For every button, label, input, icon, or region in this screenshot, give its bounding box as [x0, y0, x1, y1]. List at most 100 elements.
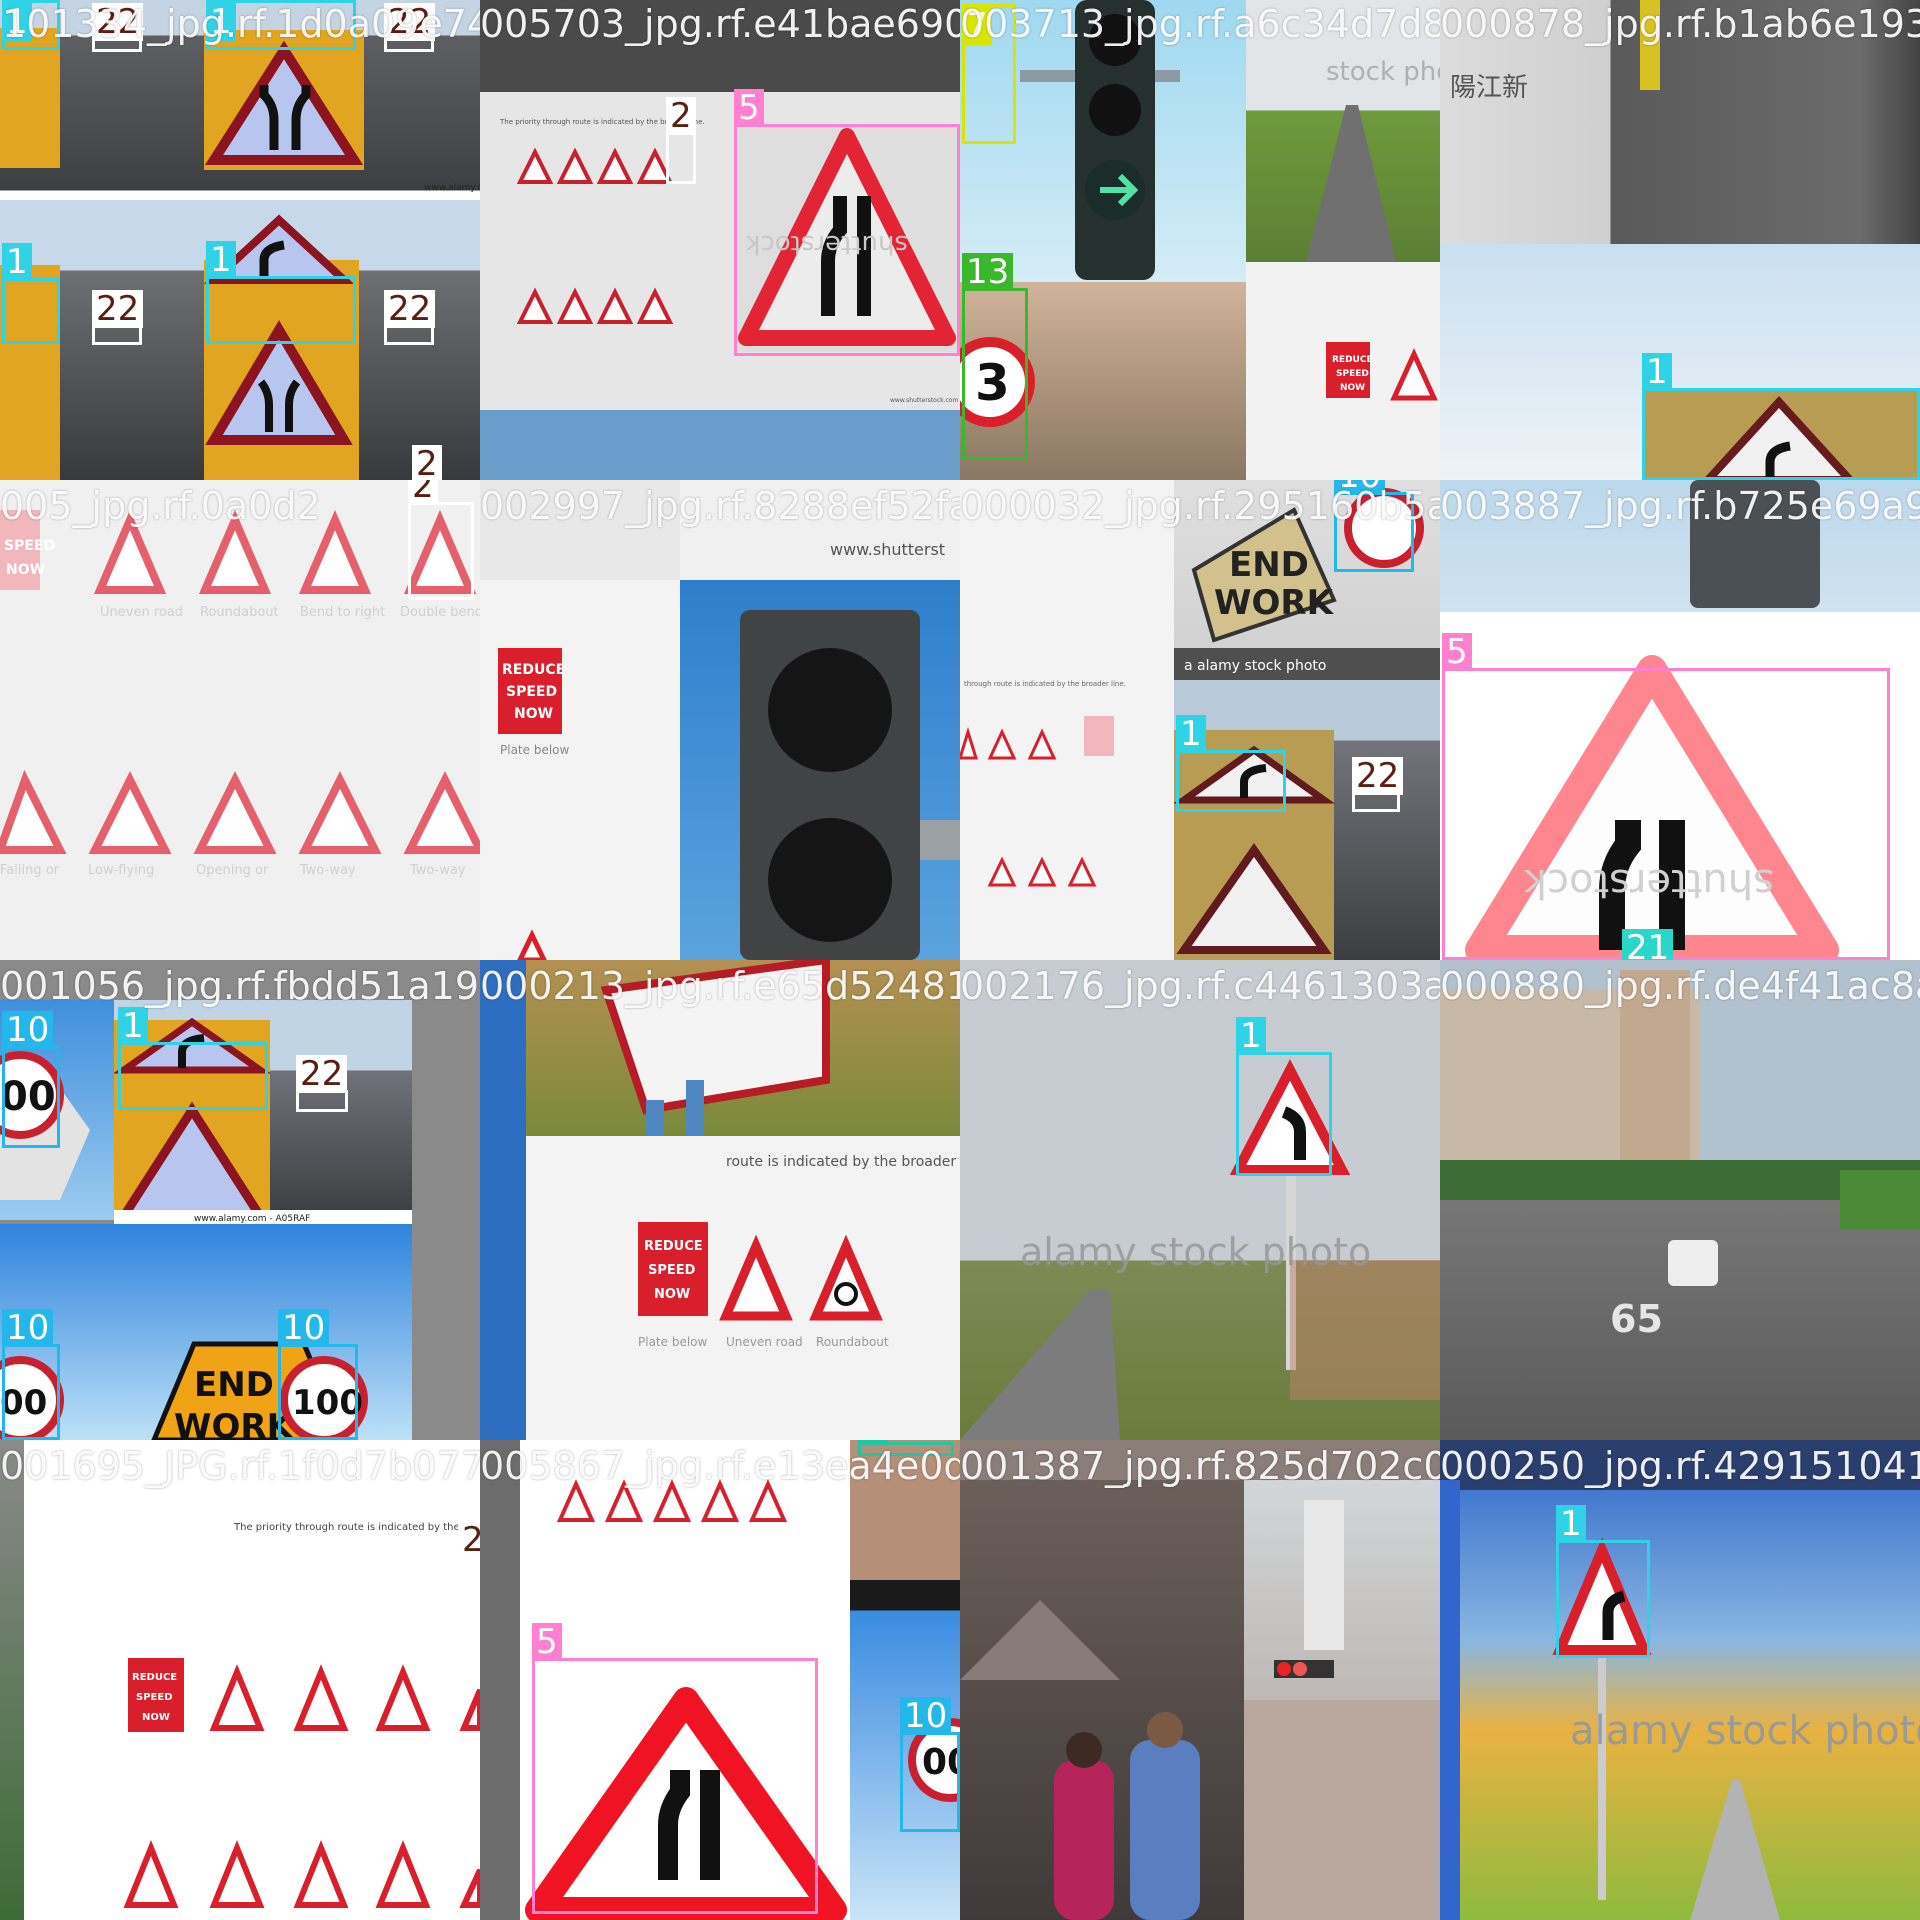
end-work-photo: END WORK 100	[114, 1224, 412, 1440]
bbox-class-1: 1	[206, 241, 356, 344]
road-graphic: stock photo	[1306, 57, 1440, 262]
sheet-area: The priority through route is indicated …	[24, 1510, 480, 1920]
svg-text:REDUCE: REDUCE	[644, 1239, 703, 1254]
svg-text:Uneven road: Uneven road	[726, 1335, 803, 1349]
tile-3: stock photo REDUCE SPEED NOW 3 003713_jp…	[960, 0, 1440, 480]
bbox-label: 1	[1556, 1505, 1586, 1543]
street-view-graphic: 65	[1440, 970, 1920, 1341]
svg-text:NOW: NOW	[142, 1712, 170, 1723]
bbox-label: 1	[1176, 715, 1206, 753]
bbox-class-22: 22	[384, 290, 436, 345]
dark-header-strip	[480, 0, 960, 92]
sign-sheet-small: through route is indicated by the broade…	[960, 680, 1126, 887]
bbox-class-2: 2	[666, 97, 696, 184]
shutterstock-url: www.shutterst	[830, 540, 946, 559]
bbox-class-3: 3	[858, 1440, 954, 1456]
svg-text:Plate below: Plate below	[500, 743, 570, 757]
svg-text:stock photo: stock photo	[1326, 57, 1440, 87]
bbox-class-10: 10	[2, 1309, 60, 1440]
bbox-class-10: 10	[1334, 480, 1414, 572]
bbox-label: 1	[1236, 1017, 1266, 1055]
bbox-class-1: 1	[118, 1007, 268, 1110]
bbox-class-22: 22	[92, 290, 144, 345]
svg-text:WORK: WORK	[174, 1407, 295, 1440]
svg-text:Falling or: Falling or	[0, 863, 60, 878]
svg-text:NOW: NOW	[1340, 383, 1365, 393]
bbox-label: 1	[118, 1007, 148, 1045]
bbox-label: 22	[296, 1055, 348, 1093]
bbox-class-5: 5	[1442, 633, 1890, 960]
tile-6: REDUCE SPEED NOW Plate below www.shutter…	[480, 480, 960, 960]
bbox-label: 1	[2, 243, 32, 281]
svg-text:Double bend: Double bend	[400, 605, 480, 620]
street-strip	[0, 1440, 24, 1920]
sign-sheet-mini-graphic: REDUCE SPEED NOW	[1326, 342, 1438, 401]
bbox-class-10: 10	[900, 1697, 960, 1832]
bbox-label: 22	[384, 3, 436, 41]
bbox-class-1: 1	[1236, 1017, 1332, 1176]
road-signs-photo	[1174, 680, 1440, 960]
svg-text:www.shutterstock.com · 1212884: www.shutterstock.com · 1212884	[890, 397, 960, 404]
traffic-light-housing	[740, 610, 960, 960]
svg-text:Roundabout: Roundabout	[200, 605, 279, 620]
top-banner: www.shutterst	[680, 480, 960, 580]
bbox-label: 2	[408, 480, 438, 505]
bbox-class-1: 1	[206, 0, 356, 50]
alamy-footer-text: www.alamy.com - A05RAF	[424, 183, 480, 193]
sign-sheet-full: The priority through route is indicated …	[123, 1522, 480, 1908]
bbox-class-1: 1	[1556, 1505, 1650, 1658]
svg-text:65: 65	[1610, 1297, 1663, 1341]
bbox-label: 1	[206, 241, 236, 279]
svg-text:REDUCE: REDUCE	[502, 662, 565, 678]
bbox-class-10: 10	[2, 1011, 60, 1148]
sheet-row-graphic	[556, 1479, 788, 1522]
mosaic-grid: www.alamy.com - A05RAF 101334_jpg.rf.1d0…	[0, 0, 1920, 1920]
svg-text:END: END	[194, 1365, 274, 1405]
reduce-speed-sign: REDUCE SPEED NOW Plate below	[498, 648, 570, 960]
road-signs-photo: www.alamy.com - A05RAF	[114, 1000, 412, 1224]
bbox-label: 21	[1622, 929, 1674, 960]
bbox-class-22: 22	[296, 1055, 348, 1112]
tile-16: alamy stock photo 000250_jpg.rf.42915104…	[1440, 1440, 1920, 1920]
tile-4: 陽江新 000878_jpg.rf.b1ab6e193acaf000 1	[1440, 0, 1920, 480]
bbox-class-1: 1	[2, 0, 60, 50]
autumn-sign-photo	[526, 960, 960, 1136]
bbox-label: 1	[1642, 353, 1672, 391]
svg-text:REDUCE: REDUCE	[132, 1672, 177, 1683]
svg-text:www.alamy.com - A05RAF: www.alamy.com - A05RAF	[194, 1214, 310, 1224]
sign-sheet-zoom-graphic: route is indicated by the broader line. …	[638, 1154, 960, 1349]
bbox-label: 10	[1334, 480, 1386, 495]
bbox-label: 10	[2, 1011, 54, 1049]
tile-7: through route is indicated by the broade…	[960, 480, 1440, 960]
sheet-region: through route is indicated by the broade…	[960, 480, 1174, 960]
sign-sheet-mini: REDUCE SPEED NOW	[1246, 262, 1440, 480]
bbox-class-1: 1	[2, 243, 60, 344]
bbox-label: 22	[1352, 757, 1404, 795]
bbox-class-10: 10	[278, 1309, 358, 1440]
bbox-label: 10	[2, 1309, 54, 1347]
bbox-class-5: 5	[734, 89, 960, 356]
white-sign-graphic	[600, 960, 830, 1136]
svg-text:Plate below: Plate below	[638, 1335, 708, 1349]
traffic-light-zoom	[680, 580, 960, 960]
svg-text:NOW: NOW	[6, 562, 45, 578]
tile-13: The priority through route is indicated …	[0, 1440, 480, 1920]
svg-text:SPEED: SPEED	[648, 1263, 696, 1278]
building-photo	[1244, 1480, 1440, 1920]
bbox-class-22: 22	[1352, 757, 1404, 812]
svg-text:SPEED: SPEED	[1336, 369, 1369, 379]
bbox-class-7: 7	[962, 4, 1016, 144]
bbox-label: 22	[92, 3, 144, 41]
bbox-class-22: 22	[384, 3, 436, 52]
svg-text:NOW: NOW	[654, 1287, 690, 1302]
bbox-class-1: 1	[1642, 353, 1920, 480]
tile-12: 65 000880_jpg.rf.de4f41ac8a8	[1440, 960, 1920, 1440]
bbox-label: 5	[734, 89, 764, 127]
svg-text:route is indicated by the broa: route is indicated by the broader line.	[726, 1154, 960, 1170]
svg-text:Low-flying: Low-flying	[88, 863, 154, 878]
tile-10: route is indicated by the broader line. …	[480, 960, 960, 1440]
bbox-class-1: 1	[1176, 715, 1286, 812]
road-signs-graphic	[1174, 730, 1335, 960]
end-work-graphic: END WORK 100	[151, 1341, 368, 1440]
bbox-label: 5	[532, 1623, 562, 1661]
